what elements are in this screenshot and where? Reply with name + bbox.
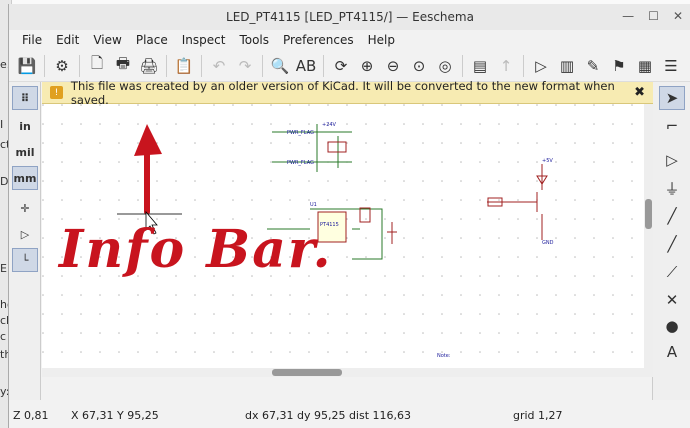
menu-place[interactable]: Place: [129, 33, 175, 47]
info-bar-icon: !: [50, 86, 63, 99]
status-bar: Z 0,81 X 67,31 Y 95,25 dx 67,31 dy 95,25…: [9, 404, 690, 426]
info-bar-message: This file was created by an older versio…: [70, 78, 615, 107]
delta-position-readout: dx 67,31 dy 95,25 dist 116,63: [245, 408, 412, 422]
add-bus-icon[interactable]: ╱: [659, 232, 685, 256]
add-symbol-icon[interactable]: ▷: [659, 148, 685, 172]
footprint-assign-icon[interactable]: ▦: [633, 54, 657, 78]
line-mode-icon[interactable]: └: [12, 248, 38, 272]
right-toolbar: ➤ ⌐ ▷ ⏚ ╱ ╱ ⟋ ✕ ● A: [652, 82, 690, 400]
zoom-fit-icon[interactable]: ⊙: [407, 54, 431, 78]
minimize-button[interactable]: —: [622, 9, 634, 23]
horizontal-scroll-thumb[interactable]: [272, 369, 342, 376]
zoom-readout: Z 0,81: [13, 408, 49, 422]
symbol-browser-icon[interactable]: ▥: [555, 54, 579, 78]
junction-icon[interactable]: ●: [659, 314, 685, 338]
title-bar: LED_PT4115 [LED_PT4115/] — Eeschema — ☐ …: [9, 4, 690, 30]
menu-bar: File Edit View Place Inspect Tools Prefe…: [9, 30, 690, 50]
window-title: LED_PT4115 [LED_PT4115/] — Eeschema: [226, 10, 474, 24]
bom-icon[interactable]: ☰: [659, 54, 683, 78]
menu-preferences[interactable]: Preferences: [276, 33, 361, 47]
page-settings-icon[interactable]: 🗋: [85, 54, 109, 78]
zoom-out-icon[interactable]: ⊖: [381, 54, 405, 78]
hidden-pins-icon[interactable]: ▷: [12, 222, 38, 246]
info-bar-annotation: Info Bar.: [59, 219, 333, 280]
menu-tools[interactable]: Tools: [232, 33, 276, 47]
net-label-icon[interactable]: A: [659, 340, 685, 364]
annotate-icon[interactable]: ✎: [581, 54, 605, 78]
menu-edit[interactable]: Edit: [49, 33, 86, 47]
menu-inspect[interactable]: Inspect: [175, 33, 233, 47]
add-wire-icon[interactable]: ╱: [659, 204, 685, 228]
undo-icon[interactable]: ↶: [207, 54, 231, 78]
erc-icon[interactable]: ⚑: [607, 54, 631, 78]
find-replace-icon[interactable]: AB: [294, 54, 318, 78]
add-power-icon[interactable]: ⏚: [659, 176, 685, 200]
vertical-scroll-thumb[interactable]: [645, 199, 652, 229]
redo-icon[interactable]: ↷: [233, 54, 257, 78]
no-connect-icon[interactable]: ✕: [659, 288, 685, 312]
leave-sheet-icon[interactable]: ↑: [494, 54, 518, 78]
info-bar: ! This file was created by an older vers…: [42, 78, 653, 107]
left-toolbar: ⠿ in mil mm ✛ ▷ └: [9, 82, 41, 400]
symbol-editor-icon[interactable]: ▷: [529, 54, 553, 78]
menu-file[interactable]: File: [15, 33, 49, 47]
zoom-objects-icon[interactable]: ◎: [433, 54, 457, 78]
print-icon[interactable]: 🖶: [111, 54, 135, 78]
cursor-position-readout: X 67,31 Y 95,25: [71, 408, 159, 422]
schematic-setup-icon[interactable]: ⚙: [50, 54, 74, 78]
close-button[interactable]: ✕: [673, 9, 683, 23]
units-mm-button[interactable]: mm: [12, 166, 38, 190]
eeschema-window: LED_PT4115 [LED_PT4115/] — Eeschema — ☐ …: [8, 4, 690, 428]
find-icon[interactable]: 🔍: [268, 54, 292, 78]
info-bar-close-button[interactable]: ✖: [634, 85, 645, 100]
refresh-icon[interactable]: ⟳: [329, 54, 353, 78]
plot-icon[interactable]: 🖨: [137, 54, 161, 78]
horizontal-scrollbar[interactable]: [42, 368, 653, 377]
grid-readout: grid 1,27: [513, 408, 563, 422]
units-inch-button[interactable]: in: [12, 114, 38, 138]
save-icon[interactable]: 💾: [15, 54, 39, 78]
top-toolbar: 💾 ⚙ 🗋 🖶 🖨 📋 ↶ ↷ 🔍 AB ⟳ ⊕ ⊖ ⊙ ◎ ▤ ↑ ▷ ▥ ✎…: [9, 50, 690, 82]
hierarchy-navigator-icon[interactable]: ▤: [468, 54, 492, 78]
maximize-button[interactable]: ☐: [648, 9, 659, 23]
menu-help[interactable]: Help: [361, 33, 402, 47]
cursor-style-icon[interactable]: ✛: [12, 196, 38, 220]
paste-icon[interactable]: 📋: [172, 54, 196, 78]
bus-entry-icon[interactable]: ⟋: [659, 260, 685, 284]
highlight-net-icon[interactable]: ⌐: [659, 114, 685, 138]
vertical-scrollbar[interactable]: [644, 104, 653, 368]
grid-toggle-icon[interactable]: ⠿: [12, 86, 38, 110]
menu-view[interactable]: View: [86, 33, 128, 47]
select-tool-icon[interactable]: ➤: [659, 86, 685, 110]
units-mil-button[interactable]: mil: [12, 140, 38, 164]
zoom-in-icon[interactable]: ⊕: [355, 54, 379, 78]
